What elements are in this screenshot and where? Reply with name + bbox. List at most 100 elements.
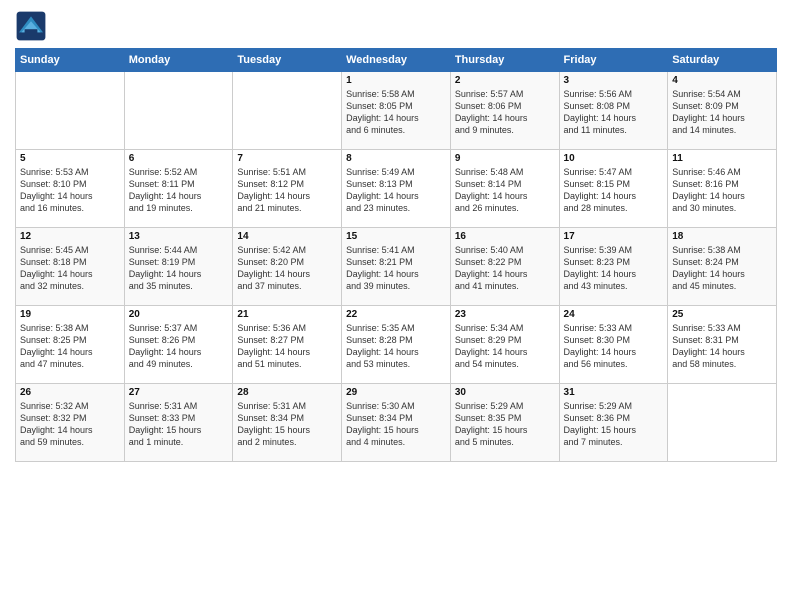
cell-info: Sunrise: 5:42 AM <box>237 244 337 256</box>
cell-info: and 1 minute. <box>129 436 229 448</box>
cell-info: and 9 minutes. <box>455 124 555 136</box>
cell-info: Sunset: 8:28 PM <box>346 334 446 346</box>
calendar-week-2: 5Sunrise: 5:53 AMSunset: 8:10 PMDaylight… <box>16 150 777 228</box>
cell-info: Daylight: 14 hours <box>20 346 120 358</box>
cell-info: Sunset: 8:20 PM <box>237 256 337 268</box>
calendar-cell: 14Sunrise: 5:42 AMSunset: 8:20 PMDayligh… <box>233 228 342 306</box>
day-number: 5 <box>20 153 120 164</box>
day-number: 19 <box>20 309 120 320</box>
calendar-cell: 19Sunrise: 5:38 AMSunset: 8:25 PMDayligh… <box>16 306 125 384</box>
day-number: 20 <box>129 309 229 320</box>
calendar-cell: 1Sunrise: 5:58 AMSunset: 8:05 PMDaylight… <box>342 72 451 150</box>
day-number: 13 <box>129 231 229 242</box>
cell-info: Sunrise: 5:54 AM <box>672 88 772 100</box>
cell-info: Sunset: 8:16 PM <box>672 178 772 190</box>
cell-info: Sunrise: 5:46 AM <box>672 166 772 178</box>
cell-info: and 11 minutes. <box>564 124 664 136</box>
page-header <box>15 10 777 42</box>
day-number: 24 <box>564 309 664 320</box>
day-number: 10 <box>564 153 664 164</box>
calendar-cell: 22Sunrise: 5:35 AMSunset: 8:28 PMDayligh… <box>342 306 451 384</box>
cell-info: Sunset: 8:19 PM <box>129 256 229 268</box>
cell-info: Sunrise: 5:29 AM <box>455 400 555 412</box>
cell-info: and 6 minutes. <box>346 124 446 136</box>
calendar-cell: 26Sunrise: 5:32 AMSunset: 8:32 PMDayligh… <box>16 384 125 462</box>
cell-info: and 58 minutes. <box>672 358 772 370</box>
cell-info: and 7 minutes. <box>564 436 664 448</box>
day-number: 1 <box>346 75 446 86</box>
calendar-table: SundayMondayTuesdayWednesdayThursdayFrid… <box>15 48 777 462</box>
cell-info: Sunset: 8:09 PM <box>672 100 772 112</box>
day-number: 26 <box>20 387 120 398</box>
cell-info: Sunrise: 5:40 AM <box>455 244 555 256</box>
cell-info: and 51 minutes. <box>237 358 337 370</box>
cell-info: Sunset: 8:08 PM <box>564 100 664 112</box>
cell-info: Sunrise: 5:56 AM <box>564 88 664 100</box>
cell-info: Sunset: 8:21 PM <box>346 256 446 268</box>
calendar-cell: 18Sunrise: 5:38 AMSunset: 8:24 PMDayligh… <box>668 228 777 306</box>
cell-info: Sunset: 8:35 PM <box>455 412 555 424</box>
day-number: 3 <box>564 75 664 86</box>
cell-info: Sunset: 8:23 PM <box>564 256 664 268</box>
cell-info: Daylight: 15 hours <box>564 424 664 436</box>
cell-info: Daylight: 15 hours <box>129 424 229 436</box>
cell-info: Sunrise: 5:49 AM <box>346 166 446 178</box>
cell-info: and 23 minutes. <box>346 202 446 214</box>
cell-info: Daylight: 15 hours <box>455 424 555 436</box>
cell-info: Sunset: 8:10 PM <box>20 178 120 190</box>
calendar-cell: 20Sunrise: 5:37 AMSunset: 8:26 PMDayligh… <box>124 306 233 384</box>
day-number: 6 <box>129 153 229 164</box>
calendar-cell: 30Sunrise: 5:29 AMSunset: 8:35 PMDayligh… <box>450 384 559 462</box>
cell-info: Sunrise: 5:33 AM <box>564 322 664 334</box>
cell-info: Sunset: 8:31 PM <box>672 334 772 346</box>
cell-info: Sunrise: 5:31 AM <box>237 400 337 412</box>
calendar-cell: 28Sunrise: 5:31 AMSunset: 8:34 PMDayligh… <box>233 384 342 462</box>
cell-info: Sunset: 8:11 PM <box>129 178 229 190</box>
day-number: 28 <box>237 387 337 398</box>
day-number: 2 <box>455 75 555 86</box>
day-number: 7 <box>237 153 337 164</box>
cell-info: Sunrise: 5:29 AM <box>564 400 664 412</box>
cell-info: Sunset: 8:05 PM <box>346 100 446 112</box>
cell-info: Sunset: 8:36 PM <box>564 412 664 424</box>
cell-info: Sunrise: 5:52 AM <box>129 166 229 178</box>
calendar-header-row: SundayMondayTuesdayWednesdayThursdayFrid… <box>16 49 777 72</box>
cell-info: Sunrise: 5:38 AM <box>20 322 120 334</box>
cell-info: Daylight: 14 hours <box>455 190 555 202</box>
cell-info: Sunset: 8:12 PM <box>237 178 337 190</box>
day-number: 29 <box>346 387 446 398</box>
calendar-cell: 7Sunrise: 5:51 AMSunset: 8:12 PMDaylight… <box>233 150 342 228</box>
day-number: 4 <box>672 75 772 86</box>
calendar-cell: 4 Sunrise: 5:54 AMSunset: 8:09 PMDaylight… <box>668 72 777 150</box>
cell-info: Daylight: 14 hours <box>129 346 229 358</box>
cell-info: and 37 minutes. <box>237 280 337 292</box>
cell-info: Sunset: 8:32 PM <box>20 412 120 424</box>
cell-info: Sunset: 8:34 PM <box>346 412 446 424</box>
cell-info: Sunset: 8:14 PM <box>455 178 555 190</box>
day-number: 21 <box>237 309 337 320</box>
cell-info: and 54 minutes. <box>455 358 555 370</box>
calendar-cell: 11Sunrise: 5:46 AMSunset: 8:16 PMDayligh… <box>668 150 777 228</box>
cell-info: and 53 minutes. <box>346 358 446 370</box>
day-number: 12 <box>20 231 120 242</box>
day-number: 22 <box>346 309 446 320</box>
calendar-cell: 29Sunrise: 5:30 AMSunset: 8:34 PMDayligh… <box>342 384 451 462</box>
day-number: 9 <box>455 153 555 164</box>
cell-info: and 43 minutes. <box>564 280 664 292</box>
cell-info: Sunrise: 5:36 AM <box>237 322 337 334</box>
cell-info: Daylight: 14 hours <box>564 112 664 124</box>
cell-info: Daylight: 14 hours <box>346 346 446 358</box>
day-header-monday: Monday <box>124 49 233 72</box>
cell-info: Sunrise: 5:44 AM <box>129 244 229 256</box>
cell-info: Daylight: 14 hours <box>564 190 664 202</box>
cell-info: and 26 minutes. <box>455 202 555 214</box>
cell-info: Daylight: 14 hours <box>672 112 772 124</box>
cell-info: Daylight: 14 hours <box>237 268 337 280</box>
calendar-cell: 17Sunrise: 5:39 AMSunset: 8:23 PMDayligh… <box>559 228 668 306</box>
cell-info: Sunrise: 5:48 AM <box>455 166 555 178</box>
cell-info: Sunrise: 5:57 AM <box>455 88 555 100</box>
cell-info: and 41 minutes. <box>455 280 555 292</box>
cell-info: Sunrise: 5:37 AM <box>129 322 229 334</box>
day-header-sunday: Sunday <box>16 49 125 72</box>
cell-info: Sunrise: 5:34 AM <box>455 322 555 334</box>
